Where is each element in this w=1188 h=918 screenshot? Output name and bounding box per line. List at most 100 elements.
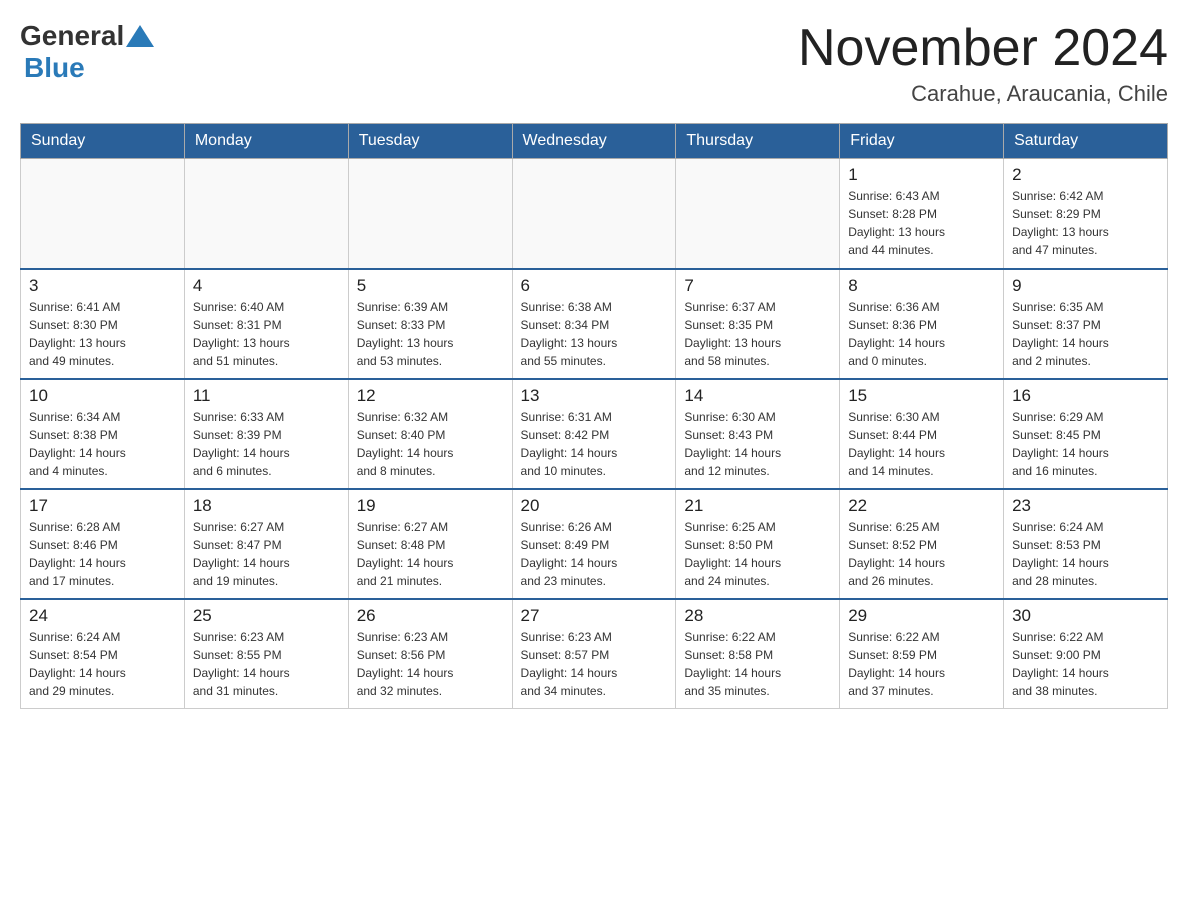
calendar-cell: 26Sunrise: 6:23 AM Sunset: 8:56 PM Dayli… xyxy=(348,599,512,709)
day-number: 19 xyxy=(357,496,504,516)
calendar-week-row: 3Sunrise: 6:41 AM Sunset: 8:30 PM Daylig… xyxy=(21,269,1168,379)
day-number: 24 xyxy=(29,606,176,626)
day-info: Sunrise: 6:32 AM Sunset: 8:40 PM Dayligh… xyxy=(357,408,504,480)
day-info: Sunrise: 6:42 AM Sunset: 8:29 PM Dayligh… xyxy=(1012,187,1159,259)
day-number: 26 xyxy=(357,606,504,626)
day-number: 5 xyxy=(357,276,504,296)
calendar-cell: 10Sunrise: 6:34 AM Sunset: 8:38 PM Dayli… xyxy=(21,379,185,489)
weekday-header-sunday: Sunday xyxy=(21,124,185,159)
calendar-cell: 18Sunrise: 6:27 AM Sunset: 8:47 PM Dayli… xyxy=(184,489,348,599)
weekday-header-friday: Friday xyxy=(840,124,1004,159)
sub-title: Carahue, Araucania, Chile xyxy=(798,81,1168,107)
day-number: 2 xyxy=(1012,165,1159,185)
calendar-cell: 14Sunrise: 6:30 AM Sunset: 8:43 PM Dayli… xyxy=(676,379,840,489)
calendar-cell: 2Sunrise: 6:42 AM Sunset: 8:29 PM Daylig… xyxy=(1004,159,1168,269)
day-info: Sunrise: 6:24 AM Sunset: 8:53 PM Dayligh… xyxy=(1012,518,1159,590)
logo: General Blue xyxy=(20,20,156,84)
calendar-cell: 7Sunrise: 6:37 AM Sunset: 8:35 PM Daylig… xyxy=(676,269,840,379)
logo-general: General xyxy=(20,20,124,52)
day-number: 13 xyxy=(521,386,668,406)
calendar-cell: 23Sunrise: 6:24 AM Sunset: 8:53 PM Dayli… xyxy=(1004,489,1168,599)
day-info: Sunrise: 6:24 AM Sunset: 8:54 PM Dayligh… xyxy=(29,628,176,700)
day-info: Sunrise: 6:40 AM Sunset: 8:31 PM Dayligh… xyxy=(193,298,340,370)
calendar-cell xyxy=(512,159,676,269)
day-number: 27 xyxy=(521,606,668,626)
day-info: Sunrise: 6:23 AM Sunset: 8:55 PM Dayligh… xyxy=(193,628,340,700)
calendar-week-row: 17Sunrise: 6:28 AM Sunset: 8:46 PM Dayli… xyxy=(21,489,1168,599)
calendar-cell: 22Sunrise: 6:25 AM Sunset: 8:52 PM Dayli… xyxy=(840,489,1004,599)
calendar-cell: 16Sunrise: 6:29 AM Sunset: 8:45 PM Dayli… xyxy=(1004,379,1168,489)
calendar-table: SundayMondayTuesdayWednesdayThursdayFrid… xyxy=(20,123,1168,709)
day-info: Sunrise: 6:22 AM Sunset: 8:59 PM Dayligh… xyxy=(848,628,995,700)
calendar-cell xyxy=(184,159,348,269)
calendar-cell: 20Sunrise: 6:26 AM Sunset: 8:49 PM Dayli… xyxy=(512,489,676,599)
calendar-header-row: SundayMondayTuesdayWednesdayThursdayFrid… xyxy=(21,124,1168,159)
day-number: 6 xyxy=(521,276,668,296)
day-info: Sunrise: 6:34 AM Sunset: 8:38 PM Dayligh… xyxy=(29,408,176,480)
day-info: Sunrise: 6:33 AM Sunset: 8:39 PM Dayligh… xyxy=(193,408,340,480)
day-info: Sunrise: 6:28 AM Sunset: 8:46 PM Dayligh… xyxy=(29,518,176,590)
calendar-cell: 5Sunrise: 6:39 AM Sunset: 8:33 PM Daylig… xyxy=(348,269,512,379)
day-number: 15 xyxy=(848,386,995,406)
calendar-cell: 9Sunrise: 6:35 AM Sunset: 8:37 PM Daylig… xyxy=(1004,269,1168,379)
day-info: Sunrise: 6:25 AM Sunset: 8:50 PM Dayligh… xyxy=(684,518,831,590)
weekday-header-wednesday: Wednesday xyxy=(512,124,676,159)
calendar-cell: 28Sunrise: 6:22 AM Sunset: 8:58 PM Dayli… xyxy=(676,599,840,709)
calendar-cell: 3Sunrise: 6:41 AM Sunset: 8:30 PM Daylig… xyxy=(21,269,185,379)
day-info: Sunrise: 6:43 AM Sunset: 8:28 PM Dayligh… xyxy=(848,187,995,259)
day-number: 29 xyxy=(848,606,995,626)
logo-triangle-icon xyxy=(126,25,154,47)
day-info: Sunrise: 6:22 AM Sunset: 9:00 PM Dayligh… xyxy=(1012,628,1159,700)
calendar-cell: 4Sunrise: 6:40 AM Sunset: 8:31 PM Daylig… xyxy=(184,269,348,379)
day-number: 28 xyxy=(684,606,831,626)
weekday-header-tuesday: Tuesday xyxy=(348,124,512,159)
calendar-cell: 24Sunrise: 6:24 AM Sunset: 8:54 PM Dayli… xyxy=(21,599,185,709)
day-number: 8 xyxy=(848,276,995,296)
calendar-cell: 11Sunrise: 6:33 AM Sunset: 8:39 PM Dayli… xyxy=(184,379,348,489)
calendar-cell: 17Sunrise: 6:28 AM Sunset: 8:46 PM Dayli… xyxy=(21,489,185,599)
logo-text: General xyxy=(20,20,156,52)
day-info: Sunrise: 6:23 AM Sunset: 8:57 PM Dayligh… xyxy=(521,628,668,700)
calendar-cell: 8Sunrise: 6:36 AM Sunset: 8:36 PM Daylig… xyxy=(840,269,1004,379)
day-info: Sunrise: 6:31 AM Sunset: 8:42 PM Dayligh… xyxy=(521,408,668,480)
day-number: 21 xyxy=(684,496,831,516)
day-info: Sunrise: 6:30 AM Sunset: 8:43 PM Dayligh… xyxy=(684,408,831,480)
weekday-header-saturday: Saturday xyxy=(1004,124,1168,159)
calendar-cell xyxy=(21,159,185,269)
day-number: 22 xyxy=(848,496,995,516)
day-info: Sunrise: 6:25 AM Sunset: 8:52 PM Dayligh… xyxy=(848,518,995,590)
calendar-cell: 30Sunrise: 6:22 AM Sunset: 9:00 PM Dayli… xyxy=(1004,599,1168,709)
day-number: 4 xyxy=(193,276,340,296)
page-header: General Blue November 2024 Carahue, Arau… xyxy=(20,20,1168,107)
day-number: 25 xyxy=(193,606,340,626)
calendar-cell: 12Sunrise: 6:32 AM Sunset: 8:40 PM Dayli… xyxy=(348,379,512,489)
calendar-week-row: 1Sunrise: 6:43 AM Sunset: 8:28 PM Daylig… xyxy=(21,159,1168,269)
calendar-cell xyxy=(348,159,512,269)
calendar-cell: 1Sunrise: 6:43 AM Sunset: 8:28 PM Daylig… xyxy=(840,159,1004,269)
calendar-cell: 19Sunrise: 6:27 AM Sunset: 8:48 PM Dayli… xyxy=(348,489,512,599)
calendar-cell: 27Sunrise: 6:23 AM Sunset: 8:57 PM Dayli… xyxy=(512,599,676,709)
calendar-cell: 29Sunrise: 6:22 AM Sunset: 8:59 PM Dayli… xyxy=(840,599,1004,709)
day-number: 18 xyxy=(193,496,340,516)
calendar-cell: 25Sunrise: 6:23 AM Sunset: 8:55 PM Dayli… xyxy=(184,599,348,709)
calendar-cell xyxy=(676,159,840,269)
day-number: 30 xyxy=(1012,606,1159,626)
day-number: 16 xyxy=(1012,386,1159,406)
day-number: 9 xyxy=(1012,276,1159,296)
day-number: 3 xyxy=(29,276,176,296)
day-info: Sunrise: 6:27 AM Sunset: 8:48 PM Dayligh… xyxy=(357,518,504,590)
day-info: Sunrise: 6:29 AM Sunset: 8:45 PM Dayligh… xyxy=(1012,408,1159,480)
day-number: 17 xyxy=(29,496,176,516)
day-info: Sunrise: 6:27 AM Sunset: 8:47 PM Dayligh… xyxy=(193,518,340,590)
day-info: Sunrise: 6:39 AM Sunset: 8:33 PM Dayligh… xyxy=(357,298,504,370)
day-info: Sunrise: 6:38 AM Sunset: 8:34 PM Dayligh… xyxy=(521,298,668,370)
day-info: Sunrise: 6:36 AM Sunset: 8:36 PM Dayligh… xyxy=(848,298,995,370)
calendar-cell: 15Sunrise: 6:30 AM Sunset: 8:44 PM Dayli… xyxy=(840,379,1004,489)
day-number: 12 xyxy=(357,386,504,406)
day-number: 14 xyxy=(684,386,831,406)
day-number: 23 xyxy=(1012,496,1159,516)
logo-blue: Blue xyxy=(24,52,85,83)
day-info: Sunrise: 6:37 AM Sunset: 8:35 PM Dayligh… xyxy=(684,298,831,370)
day-number: 10 xyxy=(29,386,176,406)
calendar-week-row: 24Sunrise: 6:24 AM Sunset: 8:54 PM Dayli… xyxy=(21,599,1168,709)
